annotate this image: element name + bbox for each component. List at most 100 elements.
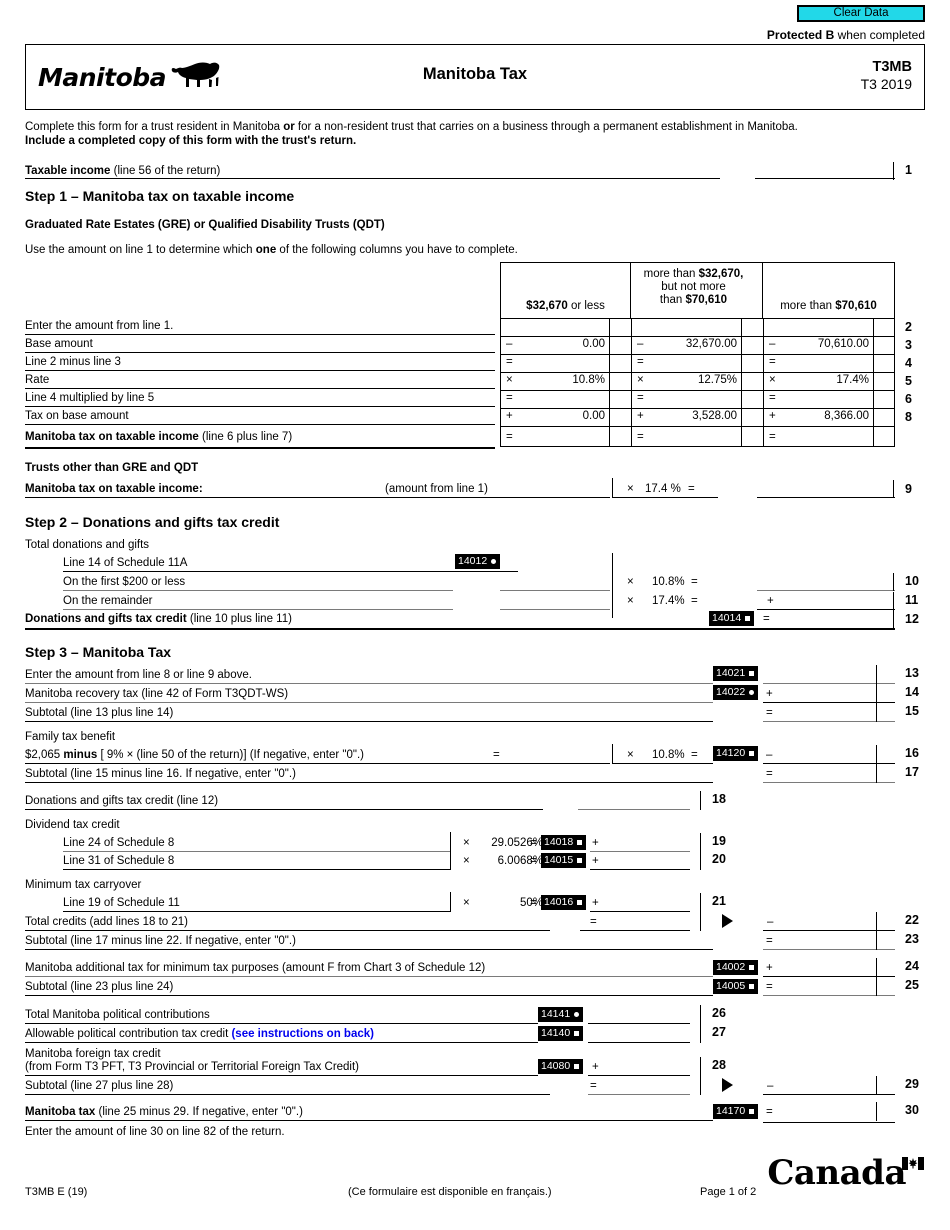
taxable-income-label: Taxable income (line 56 of the return) (25, 165, 220, 178)
line17-end-divider (876, 764, 877, 783)
input-line19[interactable] (590, 851, 690, 852)
rule-line29-a (25, 1094, 550, 1095)
field-code-14012-text: 14012 (458, 555, 488, 567)
field-code-14022[interactable]: 14022 (713, 685, 759, 700)
input-line29-sub[interactable] (588, 1094, 690, 1095)
bracket-row3-val1: 0.00 (582, 338, 605, 350)
field-code-14005-text: 14005 (716, 980, 746, 992)
line21-end-divider (700, 893, 701, 912)
step3-heading-label: Step 3 (25, 644, 68, 660)
line11-rate: 17.4% (652, 595, 685, 607)
rule-line23-a (25, 949, 713, 950)
input-line22-sub[interactable] (580, 930, 690, 931)
step2-heading-text: Donations and gifts tax credit (82, 514, 280, 530)
input-line11[interactable] (757, 609, 895, 610)
input-line26[interactable] (588, 1023, 690, 1024)
dividend-tax-credit-heading: Dividend tax credit (25, 819, 120, 831)
field-code-14015[interactable]: 14015 (541, 853, 587, 868)
line22-minus-op: – (767, 916, 774, 928)
line26-end-divider (700, 1005, 701, 1024)
line13-end-divider (876, 665, 877, 684)
square-marker-icon (574, 1031, 580, 1036)
bracket-row4-op2: = (637, 356, 644, 368)
field-code-14018[interactable]: 14018 (541, 835, 587, 850)
clear-data-button[interactable]: Clear Data (797, 5, 925, 22)
bracket-row3-bottom (500, 354, 895, 355)
rule-line11-a (63, 609, 453, 610)
field-code-14080[interactable]: 14080 (538, 1059, 584, 1074)
field-code-14120-text: 14120 (716, 747, 746, 759)
step1-instruction: Use the amount on line 1 to determine wh… (25, 244, 518, 257)
field-code-14002[interactable]: 14002 (713, 960, 759, 975)
input-line30[interactable] (763, 1122, 895, 1123)
field-code-14016-text: 14016 (544, 896, 574, 908)
field-code-14140[interactable]: 14140 (538, 1026, 584, 1041)
input-line28[interactable] (588, 1075, 690, 1076)
field-code-14021[interactable]: 14021 (713, 666, 759, 681)
bracket-row-4-label: Line 2 minus line 3 (25, 356, 121, 368)
line19-label: Line 24 of Schedule 8 (63, 837, 175, 849)
field-code-14022-text: 14022 (716, 686, 746, 698)
input-line21[interactable] (590, 911, 690, 912)
line23-op: = (766, 935, 773, 947)
input-line10[interactable] (757, 590, 895, 591)
rule-line21-a (63, 911, 450, 912)
instructions-link[interactable]: (see instructions on back) (231, 1028, 374, 1040)
rule-line17-a (25, 782, 713, 783)
line21-op: × (463, 897, 470, 909)
footer-french-note: (Ce formulaire est disponible en françai… (348, 1186, 552, 1198)
bracket-row-3-label: Base amount (25, 338, 93, 350)
line20-op: × (463, 855, 470, 867)
line17-op: = (766, 768, 773, 780)
rule-line19-a (63, 851, 450, 852)
field-code-14012[interactable]: 14012 (455, 554, 501, 569)
line12-label-bold: Donations and gifts tax credit (25, 613, 187, 625)
field-code-14120[interactable]: 14120 (713, 746, 759, 761)
line16-end-divider (876, 745, 877, 764)
line16-minus-op: – (766, 749, 773, 761)
canada-flag-icon (902, 1157, 924, 1170)
divider-line1 (893, 162, 894, 180)
taxable-income-label-bold: Taxable income (25, 165, 111, 177)
field-code-14014[interactable]: 14014 (709, 611, 755, 626)
field-code-14005[interactable]: 14005 (713, 979, 759, 994)
line14-op: + (766, 688, 773, 700)
bracket-col2-header: more than $32,670, but not more than $70… (631, 262, 763, 319)
field-code-14016[interactable]: 14016 (541, 895, 587, 910)
field-code-14018-text: 14018 (544, 836, 574, 848)
line20-label: Line 31 of Schedule 8 (63, 855, 175, 867)
bracket-row7-bottom (500, 426, 895, 427)
bracket-row6-bottom (500, 408, 895, 409)
bracket-row7-val2: 3,528.00 (692, 410, 737, 422)
line26-label: Total Manitoba political contributions (25, 1009, 210, 1021)
bracket-col3-amount: $70,610 (835, 300, 877, 312)
bracket-row4-bottom (500, 372, 895, 373)
rule-row3 (25, 352, 495, 353)
line12-end-divider (893, 610, 894, 629)
field-code-14170[interactable]: 14170 (713, 1104, 759, 1119)
line28-label-l2: (from Form T3 PFT, T3 Provincial or Terr… (25, 1061, 360, 1073)
rule-line26-a (25, 1023, 538, 1024)
rule-row2 (25, 334, 495, 335)
field-code-14080-text: 14080 (541, 1060, 571, 1072)
bracket-row3-op2: – (637, 338, 644, 350)
input-line27[interactable] (588, 1042, 690, 1043)
taxable-income-label-rest: (line 56 of the return) (110, 165, 221, 177)
intro-line1b: for a non-resident trust that carries on… (294, 121, 798, 133)
line19-end-divider (700, 833, 701, 852)
input-line20[interactable] (590, 869, 690, 870)
square-marker-icon (749, 751, 755, 756)
bracket-cents-2 (741, 319, 742, 447)
line9-equals: = (688, 483, 695, 495)
rule-line27-a (25, 1042, 538, 1043)
line-number-16: 16 (905, 746, 919, 760)
input-line18[interactable] (578, 809, 690, 810)
rule-line20-a (63, 869, 450, 870)
line28-op: + (592, 1061, 599, 1073)
input-line9[interactable] (757, 497, 895, 498)
line-number-14: 14 (905, 685, 919, 699)
input-line1[interactable] (755, 178, 895, 179)
line-number-13: 13 (905, 666, 919, 680)
canada-wordmark: Canada (767, 1155, 924, 1191)
field-code-14141[interactable]: 14141 (538, 1007, 584, 1022)
